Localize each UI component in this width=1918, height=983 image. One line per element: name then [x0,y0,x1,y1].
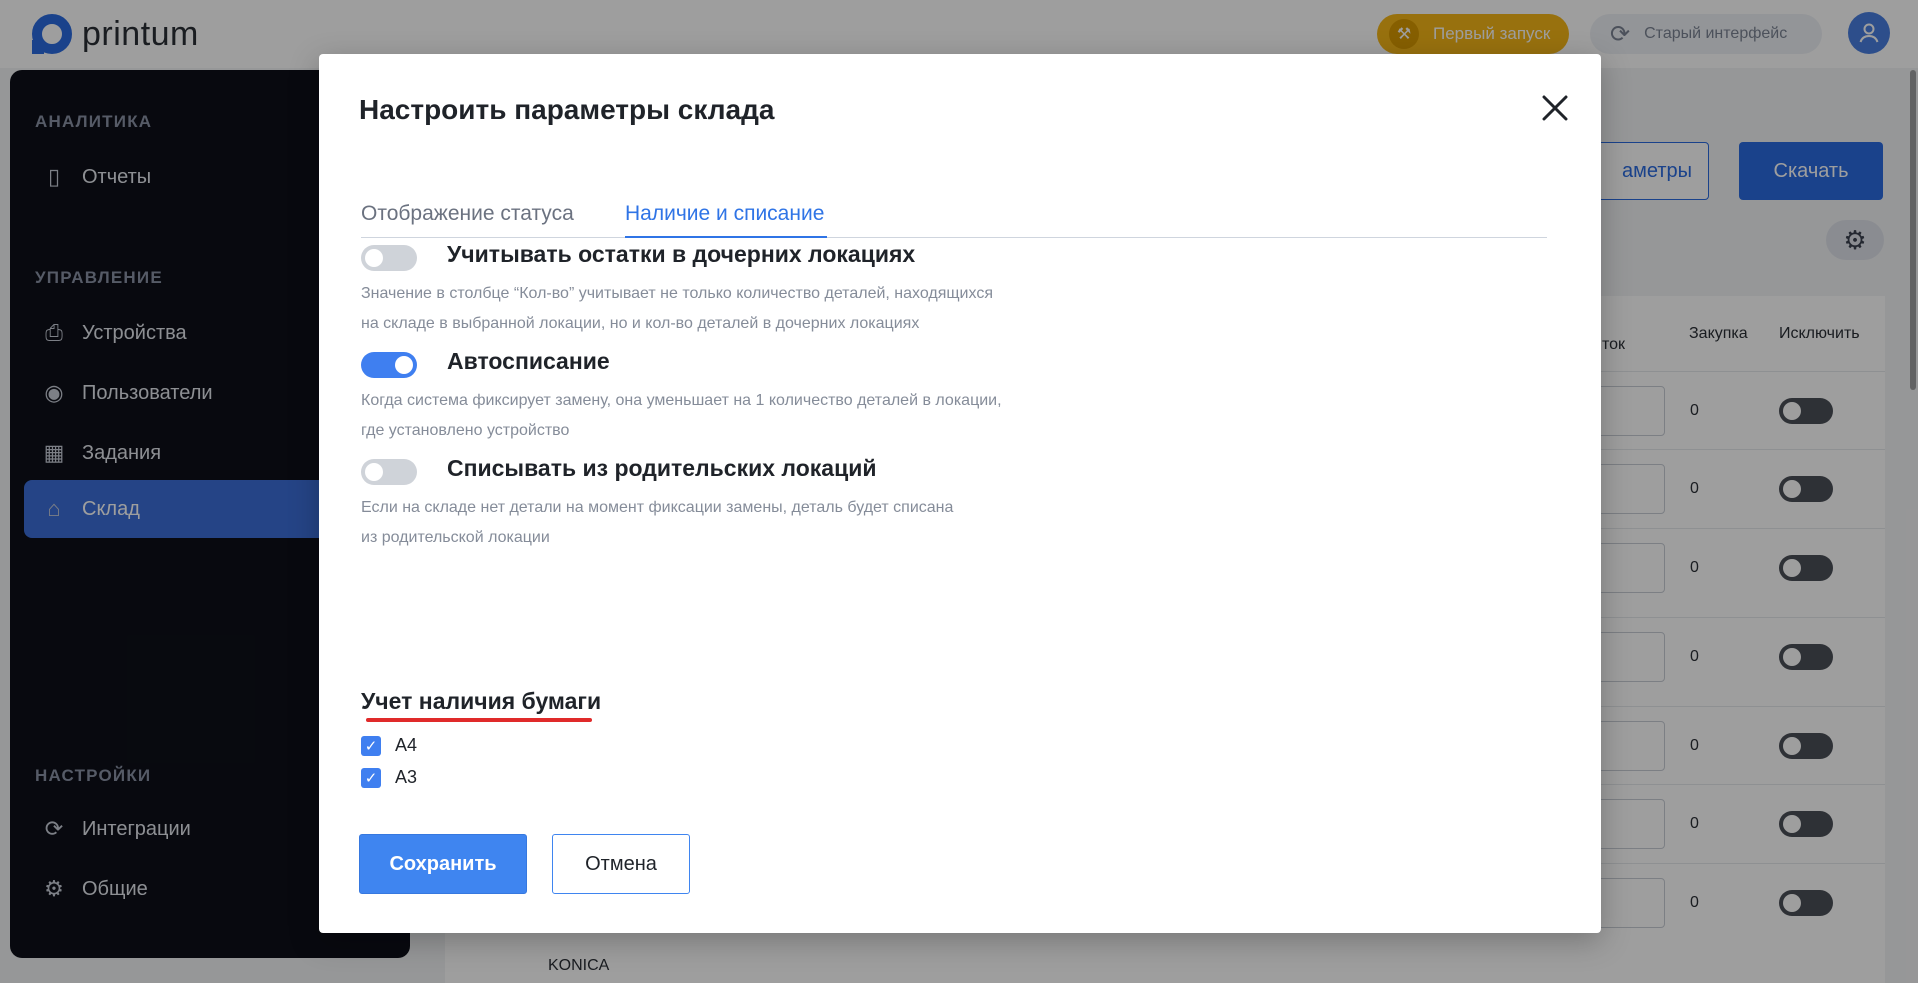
modal-title: Настроить параметры склада [359,94,775,125]
setting-description-line: на складе в выбранной локации, но и кол-… [361,315,920,332]
tab-availability-writeoff[interactable]: Наличие и списание [625,202,824,226]
setting-description-line: Значение в столбце “Кол-во” учитывает не… [361,285,993,302]
setting-description-line: Если на складе нет детали на момент фикс… [361,499,954,516]
setting-description: Когда система фиксирует замену, она умен… [361,386,1121,446]
close-icon [1542,95,1568,121]
setting-title: Списывать из родительских локаций [447,455,877,481]
paper-tracking-title: Учет наличия бумаги [361,688,602,714]
setting-title: Учитывать остатки в дочерних локациях [447,241,916,267]
child-locations-toggle[interactable] [361,245,417,271]
paper-option-label: A4 [395,735,418,755]
setting-description: Значение в столбце “Кол-во” учитывает не… [361,279,1121,339]
setting-description-line: где установлено устройство [361,422,570,439]
setting-description-line: из родительской локации [361,529,550,546]
auto-writeoff-toggle[interactable] [361,352,417,378]
paper-option-label: A3 [395,767,418,787]
paper-option-a4[interactable]: ✓ A4 [361,735,417,756]
setting-description-line: Когда система фиксирует замену, она умен… [361,392,1002,409]
close-button[interactable] [1535,88,1575,128]
parent-locations-toggle[interactable] [361,459,417,485]
highlight-underline [366,718,592,722]
page-scrollbar[interactable] [1910,70,1916,390]
checkbox-checked-icon[interactable]: ✓ [361,767,381,788]
checkbox-checked-icon[interactable]: ✓ [361,735,381,756]
setting-title: Автосписание [447,348,610,374]
save-button[interactable]: Сохранить [359,834,527,894]
setting-description: Если на складе нет детали на момент фикс… [361,493,1121,553]
warehouse-settings-modal: Настроить параметры склада Отображение с… [319,54,1601,933]
tab-status-display[interactable]: Отображение статуса [361,202,574,226]
cancel-button[interactable]: Отмена [552,834,690,894]
paper-option-a3[interactable]: ✓ A3 [361,767,417,788]
active-tab-indicator [625,236,827,238]
modal-tabs: Отображение статуса Наличие и списание [361,196,1547,238]
